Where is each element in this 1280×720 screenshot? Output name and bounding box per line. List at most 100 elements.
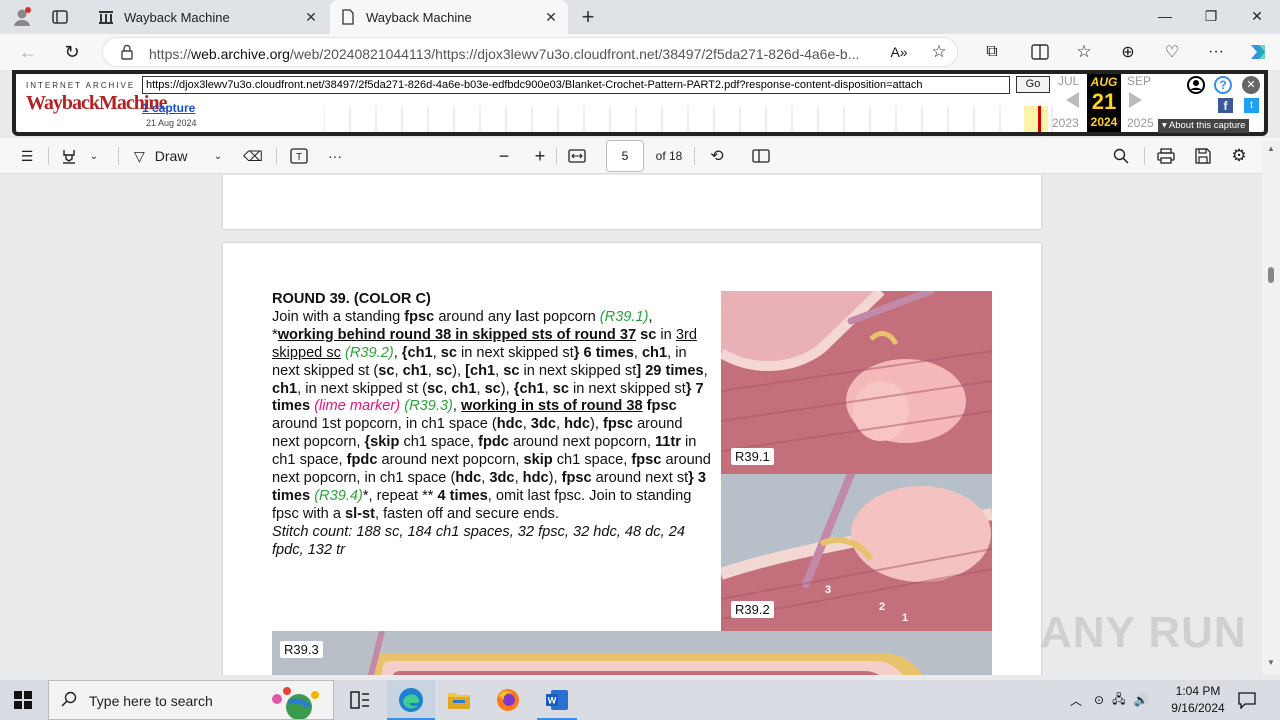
task-view-icon[interactable] xyxy=(350,691,370,714)
page-view-icon[interactable] xyxy=(750,144,772,168)
close-wayback-icon[interactable]: ✕ xyxy=(1242,76,1260,94)
back-icon[interactable]: ← xyxy=(16,40,40,64)
meet-now-icon[interactable]: ⊙ xyxy=(1094,693,1104,707)
divider xyxy=(694,147,695,165)
url-text: https://web.archive.org/web/202408210441… xyxy=(149,46,860,62)
twitter-icon[interactable]: t xyxy=(1244,98,1259,113)
save-icon[interactable] xyxy=(1192,144,1214,168)
edge-taskbar-icon[interactable] xyxy=(387,680,435,720)
crochet-photo-3 xyxy=(272,631,992,675)
contents-icon[interactable]: ☰ xyxy=(16,144,38,168)
split-screen-icon[interactable] xyxy=(1028,40,1052,64)
show-hidden-icons[interactable]: ︿ xyxy=(1070,692,1082,709)
next-year[interactable]: 2025 xyxy=(1127,116,1154,130)
pdf-page-previous xyxy=(223,175,1041,229)
pdf-viewport[interactable]: ROUND 39. (COLOR C) Join with a standing… xyxy=(0,175,1262,675)
more-menu-icon[interactable]: ··· xyxy=(1204,40,1228,64)
close-tab-icon[interactable]: ✕ xyxy=(302,8,320,26)
photo-r39-2: R39.2 3 2 1 xyxy=(721,474,992,631)
tab-wayback-2[interactable]: Wayback Machine ✕ xyxy=(330,0,568,34)
highlight-dropdown-icon[interactable]: ⌄ xyxy=(86,144,102,168)
read-aloud-icon[interactable]: A» xyxy=(887,40,911,64)
next-capture-icon[interactable] xyxy=(1129,92,1142,108)
draw-dropdown-icon[interactable]: ⌄ xyxy=(210,144,226,168)
restore-button[interactable]: ❐ xyxy=(1188,0,1234,32)
page-number-input[interactable]: 5 xyxy=(606,140,644,172)
scroll-down-icon[interactable]: ▼ xyxy=(1267,658,1275,667)
browser-essentials-icon[interactable]: ♡ xyxy=(1160,40,1184,64)
tab-wayback-1[interactable]: Wayback Machine ✕ xyxy=(88,0,328,34)
photo-label-r39-1: R39.1 xyxy=(731,448,774,465)
favorite-star-icon[interactable]: ☆ xyxy=(927,40,951,64)
capture-sparkline[interactable] xyxy=(324,104,1060,132)
collections-icon[interactable]: ⊕ xyxy=(1116,40,1140,64)
facebook-icon[interactable]: f xyxy=(1218,98,1233,113)
scroll-up-icon[interactable]: ▲ xyxy=(1267,144,1275,153)
search-placeholder: Type here to search xyxy=(89,693,213,709)
zoom-in-icon[interactable]: + xyxy=(530,144,550,168)
extensions-icon[interactable]: ⧉ xyxy=(980,40,1004,64)
wayback-favicon-icon xyxy=(98,9,114,25)
new-tab-button[interactable]: + xyxy=(576,4,600,29)
prev-year[interactable]: 2023 xyxy=(1052,116,1079,130)
divider xyxy=(48,147,49,165)
zoom-out-icon[interactable]: − xyxy=(494,144,514,168)
about-capture-button[interactable]: ▾ About this capture xyxy=(1158,119,1250,133)
prev-capture-icon[interactable] xyxy=(1066,92,1079,108)
refresh-icon[interactable]: ↻ xyxy=(60,40,84,64)
system-tray: ︿ ⊙ 🖧 🔊 xyxy=(1070,680,1148,720)
divider xyxy=(276,147,277,165)
settings-gear-icon[interactable]: ⚙ xyxy=(1228,144,1250,168)
tab-actions-icon[interactable] xyxy=(48,5,72,29)
text-tool-icon[interactable]: T xyxy=(288,144,310,168)
more-tools-icon[interactable]: ··· xyxy=(324,144,346,168)
vertical-scrollbar[interactable]: ▲ ▼ xyxy=(1262,140,1280,675)
svg-text:T: T xyxy=(296,152,302,163)
internet-archive-label: INTERNET ARCHIVE xyxy=(26,81,136,90)
divider xyxy=(1144,147,1145,165)
wayback-toolbar: INTERNET ARCHIVE WaybackMachine https://… xyxy=(12,70,1268,136)
volume-icon[interactable]: 🔊 xyxy=(1133,693,1148,707)
photo-label-r39-3: R39.3 xyxy=(280,641,323,658)
help-icon[interactable]: ? xyxy=(1214,76,1232,94)
close-window-button[interactable]: ✕ xyxy=(1234,0,1280,32)
taskbar-search[interactable]: Type here to search xyxy=(48,680,334,720)
address-bar[interactable]: https://web.archive.org/web/202408210441… xyxy=(102,37,958,67)
stitch-count: Stitch count: 188 sc, 184 ch1 spaces, 32… xyxy=(272,523,685,558)
captures-link[interactable]: 1 capture xyxy=(142,101,195,115)
firefox-icon[interactable] xyxy=(496,688,520,717)
document-icon xyxy=(340,9,356,25)
wayback-url-input[interactable]: https://djox3lewv7u3o.cloudfront.net/384… xyxy=(142,76,1010,94)
capture-date: 21 Aug 2024 xyxy=(146,118,197,128)
favorites-icon[interactable]: ☆ xyxy=(1072,40,1096,64)
rotate-icon[interactable]: ⟲ xyxy=(706,144,728,168)
copilot-icon[interactable] xyxy=(1246,40,1270,64)
photo-label-r39-2: R39.2 xyxy=(731,601,774,618)
scrollbar-thumb[interactable] xyxy=(1268,267,1274,283)
highlight-icon[interactable] xyxy=(58,144,80,168)
draw-button[interactable]: ▽ Draw xyxy=(134,144,204,168)
draw-icon: ▽ xyxy=(134,147,145,164)
profile-icon[interactable] xyxy=(10,5,34,29)
wayback-go-button[interactable]: Go xyxy=(1016,76,1050,93)
minimize-button[interactable]: — xyxy=(1142,0,1188,32)
print-icon[interactable] xyxy=(1155,144,1177,168)
start-button[interactable] xyxy=(14,691,32,714)
search-icon[interactable] xyxy=(1110,144,1132,168)
fit-page-icon[interactable] xyxy=(566,144,588,168)
notifications-icon[interactable] xyxy=(1238,691,1256,714)
prev-month[interactable]: JUL xyxy=(1058,74,1079,88)
network-icon[interactable]: 🖧 xyxy=(1112,690,1125,711)
lock-icon[interactable] xyxy=(115,40,139,64)
stitch-number-2: 2 xyxy=(879,601,886,613)
clock-time: 1:04 PM xyxy=(1175,684,1221,698)
user-account-icon[interactable] xyxy=(1187,76,1205,99)
clock[interactable]: 1:04 PM 9/16/2024 xyxy=(1160,683,1236,717)
erase-icon[interactable]: ⌫ xyxy=(242,144,264,168)
pattern-text: ROUND 39. (COLOR C) Join with a standing… xyxy=(272,291,712,560)
next-month[interactable]: SEP xyxy=(1127,74,1151,88)
close-tab-icon[interactable]: ✕ xyxy=(542,8,560,26)
current-month: AUG xyxy=(1090,75,1118,89)
word-icon[interactable]: W xyxy=(537,680,577,720)
file-explorer-icon[interactable] xyxy=(447,689,471,716)
